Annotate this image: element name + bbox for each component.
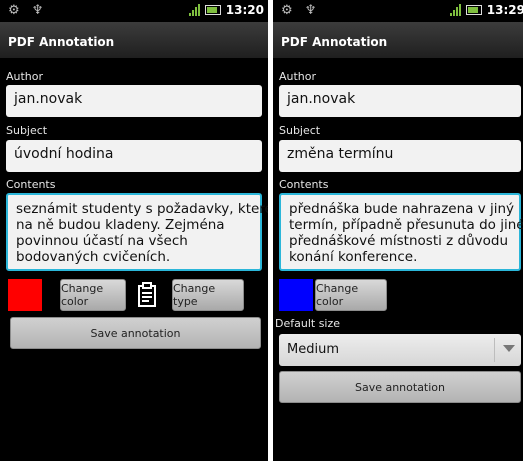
status-bar: ⚙ ♆ 13:29	[273, 0, 523, 22]
subject-field[interactable]: úvodní hodina	[6, 140, 262, 172]
default-size-label: Default size	[275, 317, 341, 330]
left-phone-screen: ⚙ ♆ 13:20 PDF Annotation Author jan.nova…	[0, 0, 268, 461]
color-swatch[interactable]	[279, 279, 313, 311]
subject-field[interactable]: změna termínu	[279, 140, 521, 172]
battery-icon	[204, 5, 221, 15]
signal-icon	[449, 4, 461, 16]
author-label: Author	[279, 70, 317, 83]
signal-icon	[188, 4, 200, 16]
save-annotation-button[interactable]: Save annotation	[10, 317, 261, 349]
select-separator	[494, 338, 495, 362]
status-notification-icons: ⚙ ♆	[281, 3, 321, 18]
contents-field[interactable]: seznámit studenty s požadavky, které na …	[6, 193, 268, 271]
contents-line: termín, případně přesunuta do jiné	[289, 217, 523, 233]
subject-label: Subject	[6, 124, 48, 137]
contents-line: konání konference.	[289, 249, 418, 265]
contents-field[interactable]: přednáška bude nahrazena v jiný termín, …	[279, 193, 523, 271]
contents-line: povinnou účastí na všech	[16, 233, 188, 249]
right-phone-screen: ⚙ ♆ 13:29 PDF Annotation Author jan.nova…	[273, 0, 523, 461]
subject-label: Subject	[279, 124, 321, 137]
contents-label: Contents	[6, 178, 56, 191]
contents-label: Contents	[279, 178, 329, 191]
contents-line: seznámit studenty s požadavky, které	[16, 201, 268, 217]
color-swatch[interactable]	[8, 279, 42, 311]
battery-icon	[465, 5, 482, 15]
title-bar: PDF Annotation	[273, 22, 523, 58]
app-title: PDF Annotation	[8, 35, 115, 49]
contents-line: na ně budou kladeny. Zejména	[16, 217, 225, 233]
contents-line: přednáška bude nahrazena v jiný	[289, 201, 515, 217]
title-bar: PDF Annotation	[0, 22, 268, 58]
status-time: 13:29	[486, 3, 523, 17]
note-icon[interactable]	[136, 282, 160, 308]
author-label: Author	[6, 70, 44, 83]
chevron-down-icon	[503, 345, 515, 352]
status-bar: ⚙ ♆ 13:20	[0, 0, 268, 22]
author-field[interactable]: jan.novak	[279, 85, 521, 117]
change-color-button[interactable]: Change color	[60, 279, 126, 311]
app-title: PDF Annotation	[281, 35, 388, 49]
save-annotation-button[interactable]: Save annotation	[279, 371, 521, 403]
status-notification-icons: ⚙ ♆	[8, 3, 48, 18]
contents-line: bodovaných cvičeních.	[16, 249, 171, 265]
default-size-value: Medium	[287, 342, 339, 357]
default-size-select[interactable]: Medium	[279, 334, 521, 366]
change-color-button[interactable]: Change color	[315, 279, 387, 311]
change-type-button[interactable]: Change type	[172, 279, 244, 311]
contents-line: přednáškové místnosti z důvodu	[289, 233, 509, 249]
author-field[interactable]: jan.novak	[6, 85, 262, 117]
status-time: 13:20	[225, 3, 264, 17]
